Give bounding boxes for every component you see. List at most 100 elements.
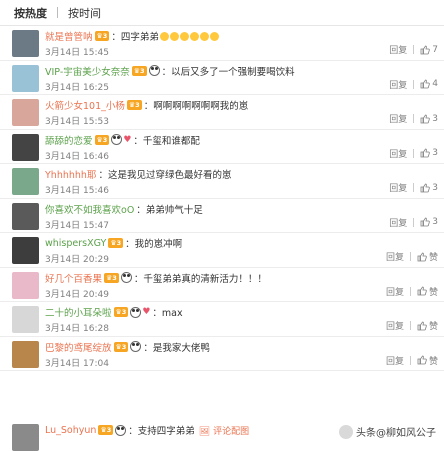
timestamp: 3月14日 15:47 bbox=[45, 220, 109, 231]
sort-by-time[interactable]: 按时间 bbox=[68, 5, 101, 21]
action-divider bbox=[413, 183, 415, 192]
username[interactable]: 火箭少女101_小杨 bbox=[45, 98, 125, 112]
avatar[interactable] bbox=[12, 133, 39, 161]
emoji-icon bbox=[169, 31, 179, 41]
like-button[interactable]: 赞 bbox=[417, 319, 438, 332]
comment-actions: 回复 3 bbox=[389, 147, 438, 160]
comment-actions: 回复 3 bbox=[389, 181, 438, 195]
level-badge: ♛3 bbox=[94, 134, 110, 145]
sort-by-hot[interactable]: 按热度 bbox=[14, 5, 47, 21]
comment-actions: 回复 3 bbox=[389, 216, 438, 229]
list-item: 好几个百香果 ♛3 ：千玺弟弟真的清新活力！！！ 3月14日 20:49 回复 赞 bbox=[0, 268, 444, 302]
username[interactable]: 二十的小耳朵啦 bbox=[45, 305, 112, 319]
panda-icon bbox=[148, 65, 160, 76]
comment-text: ：千玺弟弟真的清新活力！！！ bbox=[133, 273, 267, 285]
emoji-icon bbox=[179, 31, 189, 41]
username[interactable]: 巴黎的鸢尾绽放 bbox=[45, 340, 112, 354]
comment-line: 你喜欢不如我喜欢oO ：弟弟帅气十足 bbox=[45, 202, 435, 216]
comment-line: whispersXGY ♛3 ：我的崽冲啊 bbox=[45, 236, 435, 251]
reply-button[interactable]: 回复 bbox=[386, 354, 404, 367]
thumbs-up-icon bbox=[420, 79, 431, 89]
like-count: 赞 bbox=[428, 253, 438, 263]
reply-button[interactable]: 回复 bbox=[389, 43, 407, 56]
avatar[interactable] bbox=[12, 202, 39, 230]
avatar[interactable] bbox=[12, 237, 39, 264]
thumbs-up-icon bbox=[417, 355, 427, 365]
comment-actions: 回复 3 bbox=[389, 112, 438, 126]
like-button[interactable]: 7 bbox=[420, 45, 438, 55]
username[interactable]: 舔舔的恋爱 bbox=[45, 133, 93, 147]
timestamp: 3月14日 20:29 bbox=[45, 255, 109, 265]
username[interactable]: 你喜欢不如我喜欢oO bbox=[45, 202, 134, 216]
comment-line: 就是曾管呐 ♛3 ：四字弟弟 bbox=[45, 29, 435, 43]
like-button[interactable]: 4 bbox=[420, 79, 438, 89]
toutiao-logo-icon bbox=[339, 424, 353, 439]
timestamp: 3月14日 15:53 bbox=[45, 117, 109, 127]
comment-line: 火箭少女101_小杨 ♛3 ：啊啊啊啊啊啊啊我的崽 bbox=[45, 98, 435, 112]
username[interactable]: 好几个百香果 bbox=[45, 271, 102, 285]
comment-list: 就是曾管呐 ♛3 ：四字弟弟 3月14日 15:45 回复 7 VIP-宇宙美少女奈奈 ♛3：… bbox=[0, 26, 444, 371]
list-item: 二十的小耳朵啦 ♛3 ♥ ：max 3月14日 16:28 回复 赞 bbox=[0, 302, 444, 337]
reply-button[interactable]: 回复 bbox=[389, 181, 407, 194]
thumbs-up-icon bbox=[417, 252, 427, 261]
reply-button[interactable]: 回复 bbox=[386, 285, 404, 298]
list-item: 舔舔的恋爱 ♛3 ♥ ：千玺和谁都配 3月14日 16:46 回复 3 bbox=[0, 130, 444, 164]
comment-text: ：以后又多了一个强制要喝饮料 bbox=[161, 66, 295, 78]
level-badge: ♛3 bbox=[131, 65, 147, 76]
avatar[interactable] bbox=[12, 271, 39, 299]
comment-text: ：max bbox=[152, 308, 183, 319]
action-divider bbox=[413, 114, 415, 123]
avatar[interactable] bbox=[12, 64, 39, 92]
avatar[interactable] bbox=[12, 168, 39, 195]
emoji-icon bbox=[159, 31, 169, 41]
list-item: whispersXGY ♛3 ：我的崽冲啊 3月14日 20:29 回复 赞 bbox=[0, 233, 444, 268]
reply-button[interactable]: 回复 bbox=[386, 250, 404, 263]
thumbs-up-icon bbox=[420, 148, 431, 158]
action-divider bbox=[413, 148, 415, 158]
like-button[interactable]: 赞 bbox=[417, 250, 438, 263]
avatar[interactable] bbox=[12, 340, 39, 368]
action-divider bbox=[409, 286, 411, 296]
like-button[interactable]: 3 bbox=[420, 148, 438, 158]
avatar[interactable] bbox=[12, 306, 39, 333]
like-button[interactable]: 3 bbox=[420, 114, 438, 124]
like-button[interactable]: 3 bbox=[420, 217, 438, 227]
reply-button[interactable]: 回复 bbox=[389, 147, 407, 160]
timestamp: 3月14日 20:49 bbox=[45, 289, 109, 300]
heart-icon: ♥ bbox=[142, 307, 151, 317]
like-button[interactable]: 赞 bbox=[417, 285, 438, 298]
comment-line: Yhhhhhh耶 ：这是我见过穿绿色最好看的崽 bbox=[45, 167, 435, 181]
panda-icon bbox=[111, 134, 123, 145]
reply-button[interactable]: 回复 bbox=[389, 78, 407, 91]
action-divider bbox=[413, 45, 415, 54]
action-divider bbox=[413, 217, 415, 227]
timestamp: 3月14日 16:25 bbox=[45, 82, 109, 93]
like-button[interactable]: 赞 bbox=[417, 354, 438, 367]
reply-button[interactable]: 回复 bbox=[389, 112, 407, 125]
comment-text: ：是我家大佬鸭 bbox=[143, 342, 210, 354]
username[interactable]: whispersXGY bbox=[45, 238, 106, 249]
comment-actions: 回复 7 bbox=[389, 43, 438, 57]
comment-text: ：千玺和谁都配 bbox=[133, 135, 200, 147]
level-badge: ♛3 bbox=[113, 307, 129, 317]
action-divider bbox=[413, 79, 415, 89]
comment-image-link[interactable]: 🖼 评论配图 bbox=[199, 424, 249, 437]
avatar[interactable] bbox=[12, 30, 39, 57]
sort-bar: 按热度 按时间 bbox=[0, 0, 444, 26]
list-item: 巴黎的鸢尾绽放 ♛3 ：是我家大佬鸭 3月14日 17:04 回复 赞 bbox=[0, 337, 444, 371]
list-item: 就是曾管呐 ♛3 ：四字弟弟 3月14日 15:45 回复 7 bbox=[0, 26, 444, 61]
reply-button[interactable]: 回复 bbox=[389, 216, 407, 229]
username[interactable]: Yhhhhhh耶 bbox=[45, 167, 96, 181]
like-button[interactable]: 3 bbox=[420, 183, 438, 193]
like-count: 3 bbox=[432, 148, 438, 158]
comment-actions: 回复 赞 bbox=[386, 250, 438, 263]
reply-button[interactable]: 回复 bbox=[386, 319, 404, 332]
level-badge: ♛3 bbox=[113, 341, 129, 352]
thumbs-up-icon bbox=[417, 286, 427, 296]
list-item: VIP-宇宙美少女奈奈 ♛3 ：以后又多了一个强制要喝饮料 3月14日 16:25 回复… bbox=[0, 61, 444, 95]
username[interactable]: 就是曾管呐 bbox=[45, 29, 93, 43]
avatar[interactable] bbox=[12, 99, 39, 126]
username[interactable]: VIP-宇宙美少女奈奈 bbox=[45, 64, 130, 78]
avatar[interactable] bbox=[12, 424, 39, 451]
username[interactable]: Lu_Sohyun bbox=[45, 425, 96, 436]
